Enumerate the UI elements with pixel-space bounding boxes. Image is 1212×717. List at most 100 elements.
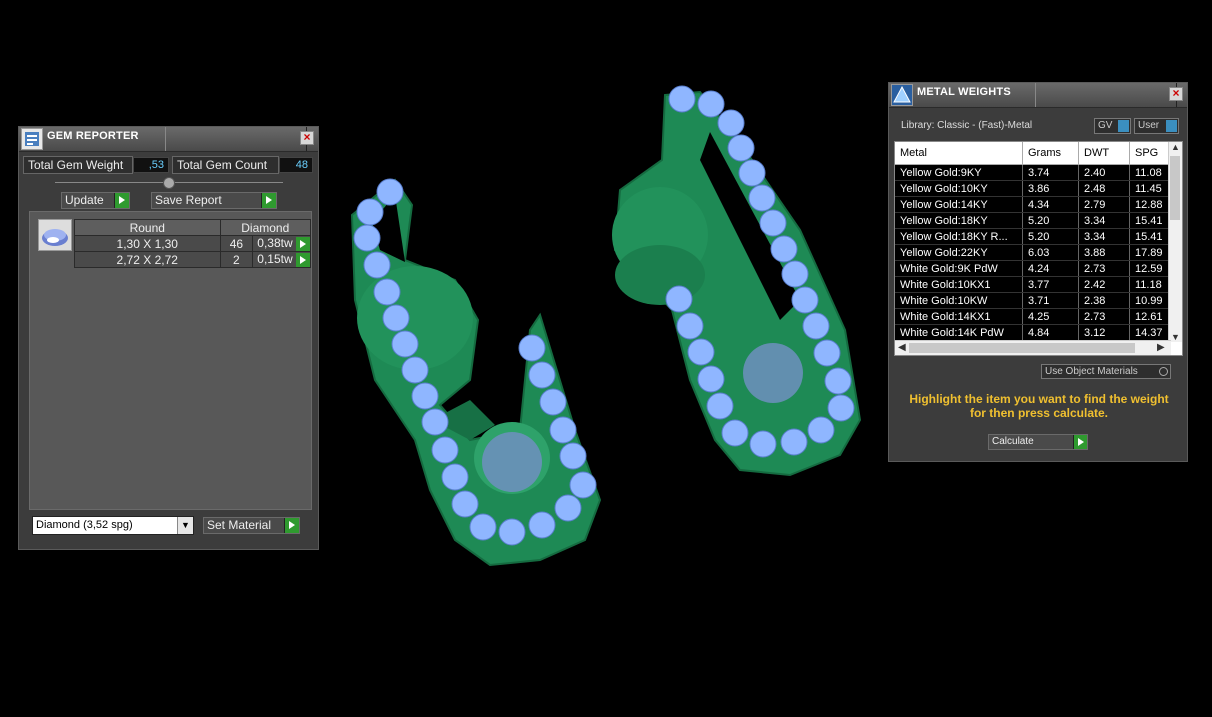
toggle-indicator-icon <box>1166 120 1177 132</box>
dwt-value: 2.48 <box>1078 180 1130 197</box>
table-row[interactable]: Yellow Gold:22KY 6.03 3.88 17.89 <box>895 244 1181 261</box>
update-button[interactable]: Update <box>61 192 130 209</box>
total-gem-count-label: Total Gem Count <box>172 156 279 174</box>
table-row[interactable]: 1,30 X 1,30 46 0,38tw <box>74 235 311 252</box>
library-label: Library: Classic - (Fast)-Metal <box>901 120 1033 131</box>
user-toggle-label: User <box>1138 120 1160 131</box>
header-round: Round <box>74 219 221 236</box>
table-row[interactable]: White Gold:14KX1 4.25 2.73 12.61 <box>895 308 1181 325</box>
set-material-button[interactable]: Set Material <box>203 517 300 534</box>
table-row[interactable]: Yellow Gold:14KY 4.34 2.79 12.88 <box>895 196 1181 213</box>
table-row[interactable]: White Gold:10KX1 3.77 2.42 11.18 <box>895 276 1181 293</box>
metal-name: Yellow Gold:18KY R... <box>895 228 1023 245</box>
gem-thumbnail[interactable] <box>38 219 72 251</box>
table-row[interactable]: Yellow Gold:9KY 3.74 2.40 11.08 <box>895 164 1181 181</box>
dwt-value: 3.34 <box>1078 228 1130 245</box>
total-gem-count-value: 48 <box>279 157 313 173</box>
metal-name: Yellow Gold:22KY <box>895 244 1023 261</box>
grams-value: 3.71 <box>1022 292 1079 309</box>
scroll-left-icon[interactable]: ◀ <box>898 342 906 353</box>
use-object-materials-toggle[interactable]: Use Object Materials <box>1041 364 1171 379</box>
gem-table: Round Diamond 1,30 X 1,30 46 0,38tw 2,72… <box>74 219 311 268</box>
gem-count: 46 <box>219 235 254 252</box>
dwt-value: 2.73 <box>1078 308 1130 325</box>
instruction-text: Highlight the item you want to find the … <box>904 392 1174 420</box>
go-arrow-icon[interactable] <box>296 236 310 251</box>
gem-reporter-titlebar[interactable]: GEM REPORTER × <box>19 127 318 152</box>
scroll-thumb[interactable] <box>1170 156 1180 220</box>
user-toggle[interactable]: User <box>1134 118 1179 134</box>
dwt-value: 2.73 <box>1078 260 1130 277</box>
table-row[interactable]: White Gold:9K PdW 4.24 2.73 12.59 <box>895 260 1181 277</box>
instruction-line-1: Highlight the item you want to find the … <box>909 392 1169 406</box>
update-button-label: Update <box>65 193 104 207</box>
go-arrow-icon <box>261 193 276 208</box>
total-gem-weight-label: Total Gem Weight <box>23 156 133 174</box>
material-select-value: Diamond (3,52 spg) <box>36 519 133 531</box>
scroll-up-icon[interactable]: ▲ <box>1169 142 1182 154</box>
grams-value: 4.24 <box>1022 260 1079 277</box>
metal-table: Metal Grams DWT SPG Yellow Gold:9KY 3.74 2… <box>894 141 1183 356</box>
metal-name: White Gold:9K PdW <box>895 260 1023 277</box>
horizontal-scrollbar[interactable]: ◀ ▶ <box>895 340 1171 355</box>
go-arrow-icon <box>114 193 129 208</box>
calculate-button-label: Calculate <box>992 436 1034 447</box>
metal-name: White Gold:14K PdW <box>895 324 1023 341</box>
metal-weights-title: METAL WEIGHTS <box>917 86 1011 98</box>
go-arrow-icon[interactable] <box>296 252 310 267</box>
dwt-value: 3.34 <box>1078 212 1130 229</box>
close-icon[interactable]: × <box>300 131 314 145</box>
table-row[interactable]: 2,72 X 2,72 2 0,15tw <box>74 251 311 268</box>
metal-name: White Gold:14KX1 <box>895 308 1023 325</box>
gem-tw: 0,38tw <box>257 236 293 251</box>
metal-name: Yellow Gold:10KY <box>895 180 1023 197</box>
metal-name: Yellow Gold:18KY <box>895 212 1023 229</box>
grams-value: 5.20 <box>1022 212 1079 229</box>
titlebar-tab <box>1035 83 1177 107</box>
col-metal[interactable]: Metal <box>895 142 1023 165</box>
gv-toggle-label: GV <box>1098 120 1113 131</box>
go-arrow-icon <box>1073 435 1087 449</box>
metal-weights-titlebar[interactable]: METAL WEIGHTS × <box>889 83 1187 108</box>
slider-knob-icon[interactable] <box>163 177 175 189</box>
table-row[interactable]: White Gold:14K PdW 4.84 3.12 14.37 <box>895 324 1181 341</box>
metal-name: Yellow Gold:9KY <box>895 164 1023 181</box>
chevron-down-icon[interactable]: ▼ <box>177 517 193 534</box>
grams-value: 3.77 <box>1022 276 1079 293</box>
go-arrow-icon <box>284 518 299 533</box>
metal-grid: Metal Grams DWT SPG Yellow Gold:9KY 3.74 2… <box>895 142 1181 341</box>
metal-weights-app-icon <box>891 84 913 106</box>
grams-value: 4.84 <box>1022 324 1079 341</box>
gem-reporter-panel: GEM REPORTER × Total Gem Weight ,53 Tota… <box>18 126 319 550</box>
gem-reporter-title: GEM REPORTER <box>47 130 139 142</box>
scroll-right-icon[interactable]: ▶ <box>1157 342 1165 353</box>
header-diamond: Diamond <box>219 219 311 236</box>
vertical-scrollbar[interactable]: ▲ ▼ <box>1168 142 1182 342</box>
dwt-value: 3.88 <box>1078 244 1130 261</box>
grams-value: 3.86 <box>1022 180 1079 197</box>
gv-toggle[interactable]: GV <box>1094 118 1131 134</box>
material-select[interactable]: Diamond (3,52 spg) ▼ <box>32 516 194 535</box>
col-grams[interactable]: Grams <box>1022 142 1079 165</box>
titlebar-tab <box>165 127 307 151</box>
gem-list-area: Round Diamond 1,30 X 1,30 46 0,38tw 2,72… <box>29 211 312 510</box>
dwt-value: 2.79 <box>1078 196 1130 213</box>
table-row[interactable]: White Gold:10KW 3.71 2.38 10.99 <box>895 292 1181 309</box>
table-row[interactable]: Yellow Gold:18KY R... 5.20 3.34 15.41 <box>895 228 1181 245</box>
col-dwt[interactable]: DWT <box>1078 142 1130 165</box>
instruction-line-2: for then press calculate. <box>969 406 1109 420</box>
metal-table-header: Metal Grams DWT SPG <box>895 142 1181 165</box>
dwt-value: 2.38 <box>1078 292 1130 309</box>
dwt-value: 2.42 <box>1078 276 1130 293</box>
table-row[interactable]: Yellow Gold:10KY 3.86 2.48 11.45 <box>895 180 1181 197</box>
total-gem-weight-value: ,53 <box>133 157 169 173</box>
gem-size: 2,72 X 2,72 <box>74 251 221 268</box>
metal-weights-panel: METAL WEIGHTS × Library: Classic - (Fast… <box>888 82 1188 462</box>
table-row[interactable]: Yellow Gold:18KY 5.20 3.34 15.41 <box>895 212 1181 229</box>
gem-tw: 0,15tw <box>257 252 293 267</box>
calculate-button[interactable]: Calculate <box>988 434 1088 450</box>
scroll-thumb-horizontal[interactable] <box>909 343 1135 353</box>
gem-size: 1,30 X 1,30 <box>74 235 221 252</box>
save-report-button[interactable]: Save Report <box>151 192 277 209</box>
close-icon[interactable]: × <box>1169 87 1183 101</box>
